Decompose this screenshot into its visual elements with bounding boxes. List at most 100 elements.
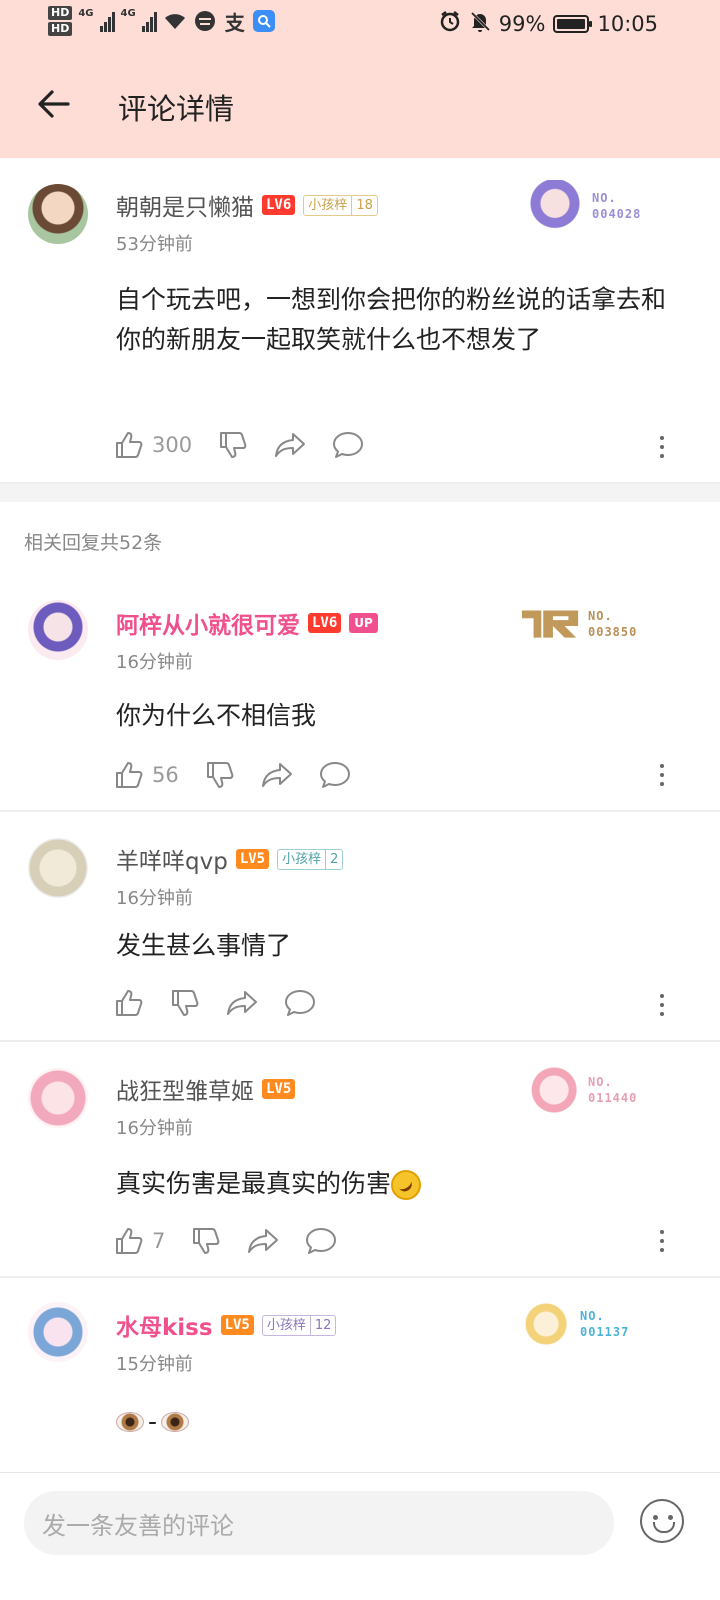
network-type-1: 4G [78, 8, 94, 19]
avatar[interactable] [28, 1068, 88, 1128]
decoration-card-image [512, 1298, 574, 1350]
decoration-card-image [520, 1064, 582, 1116]
dislike-button[interactable] [191, 1226, 221, 1256]
share-icon [261, 763, 292, 787]
thumbs-down-icon [206, 762, 234, 788]
hd-indicators: HD HD [48, 6, 73, 36]
comment-time: 16分钟前 [116, 652, 193, 673]
username-row: 羊咩咩qvp LV5 小孩梓 2 [116, 842, 344, 876]
level-badge: LV6 [308, 613, 342, 633]
comment-input[interactable]: 发一条友善的评论 [24, 1491, 614, 1555]
reply-item: 战狂型雏草姬 LV5 16分钟前 NO. 011440 真实伤害是最真实的伤害 … [0, 1042, 720, 1278]
replies-count: 相关回复共52条 [24, 532, 163, 554]
fan-medal[interactable]: 小孩梓 18 [303, 194, 378, 216]
decoration-no-label: NO. [588, 609, 613, 623]
reply-button[interactable] [332, 430, 364, 460]
username[interactable]: 水母kiss [116, 1308, 213, 1342]
reply-button[interactable] [319, 760, 351, 790]
thumbs-down-icon [172, 990, 199, 1016]
fan-medal[interactable]: 小孩梓 12 [261, 1314, 337, 1336]
alipay-icon: 支 [224, 10, 245, 35]
like-button[interactable] [114, 988, 144, 1018]
decoration-number: 004028 [592, 207, 642, 221]
comment-time: 16分钟前 [116, 888, 193, 909]
comment-text: 发生甚么事情了 [116, 931, 292, 960]
section-gap [0, 484, 720, 502]
more-options-icon[interactable] [650, 1224, 674, 1258]
decoration-number: 011440 [588, 1091, 638, 1105]
like-button[interactable]: 300 [114, 430, 192, 460]
reply-item: 阿梓从小就很可爱 LV6 UP 16分钟前 NO. 003850 你为什么不相信… [0, 576, 720, 810]
thumbs-down-icon [220, 432, 247, 458]
comment-actions: 300 [114, 430, 364, 460]
clock: 10:05 [597, 11, 658, 36]
battery-fill [557, 18, 586, 29]
username[interactable]: 朝朝是只懒猫 [116, 188, 254, 222]
comment-bubble-icon [333, 432, 364, 458]
more-options-icon[interactable] [650, 988, 674, 1022]
decoration-number: 001137 [580, 1325, 630, 1339]
dislike-button[interactable] [170, 988, 200, 1018]
signal-icon-1 [99, 10, 115, 32]
eye-right-icon [161, 1412, 190, 1432]
share-icon [227, 991, 257, 1015]
username[interactable]: 羊咩咩qvp [116, 842, 228, 876]
reply-item: 水母kiss LV5 小孩梓 12 15分钟前 NO. 001137 - [0, 1278, 720, 1472]
reply-button[interactable] [284, 988, 316, 1018]
comment-bubble-icon [285, 990, 315, 1016]
fan-medal-label: 小孩梓 [308, 197, 348, 213]
comment-actions [114, 988, 316, 1018]
share-button[interactable] [274, 430, 306, 460]
comment-time: 16分钟前 [116, 1118, 193, 1139]
username-row: 水母kiss LV5 小孩梓 12 [116, 1308, 337, 1342]
more-options-icon[interactable] [650, 758, 674, 792]
reply-button[interactable] [305, 1226, 337, 1256]
share-icon [248, 1229, 279, 1253]
status-left: HD HD 4G 4G 支 [48, 6, 275, 36]
share-button[interactable] [261, 760, 293, 790]
more-options-icon[interactable] [650, 430, 674, 464]
emoji-face-icon[interactable] [640, 1499, 684, 1543]
main-comment: 朝朝是只懒猫 LV6 小孩梓 18 53分钟前 NO. 004028 自个玩去吧… [0, 158, 720, 484]
battery-icon [553, 14, 593, 33]
fan-medal[interactable]: 小孩梓 2 [277, 848, 344, 870]
decoration-number: 003850 [588, 625, 638, 639]
decoration-card[interactable]: NO. 003850 [520, 598, 637, 650]
comment-text: - [116, 1402, 686, 1444]
avatar[interactable] [28, 838, 88, 898]
decoration-no-label: NO. [588, 1075, 613, 1089]
like-button[interactable]: 56 [114, 760, 179, 790]
dislike-button[interactable] [218, 430, 248, 460]
level-badge: LV5 [220, 1315, 254, 1335]
dislike-button[interactable] [205, 760, 235, 790]
comment-text: 你为什么不相信我 [116, 701, 317, 730]
thumbs-up-icon [116, 1228, 143, 1254]
username-row: 战狂型雏草姬 LV5 [116, 1072, 296, 1106]
decoration-no-label: NO. [580, 1309, 605, 1323]
avatar[interactable] [28, 1302, 88, 1362]
username[interactable]: 阿梓从小就很可爱 [116, 606, 300, 640]
hd-badge-2: HD [48, 22, 73, 36]
like-count: 56 [152, 763, 179, 787]
up-badge: UP [349, 613, 378, 633]
level-badge: LV5 [235, 849, 270, 869]
fan-medal-level: 12 [309, 1315, 336, 1335]
reply-item: 羊咩咩qvp LV5 小孩梓 2 16分钟前 发生甚么事情了 [0, 812, 720, 1040]
decoration-card[interactable]: NO. 011440 [520, 1064, 637, 1116]
decoration-card[interactable]: NO. 001137 [512, 1298, 629, 1350]
decoration-card[interactable]: NO. 004028 [524, 180, 641, 232]
share-button[interactable] [247, 1226, 279, 1256]
avatar[interactable] [28, 184, 88, 244]
comment-actions: 56 [114, 760, 351, 790]
avatar[interactable] [28, 600, 88, 660]
back-button[interactable] [30, 80, 78, 128]
rolling-laugh-emoji-icon [391, 1170, 422, 1200]
username[interactable]: 战狂型雏草姬 [116, 1072, 254, 1106]
thumbs-down-icon [193, 1228, 220, 1254]
like-button[interactable]: 7 [114, 1226, 165, 1256]
eyes-separator: - [148, 1407, 158, 1436]
page-title: 评论详情 [118, 92, 235, 126]
share-button[interactable] [226, 988, 258, 1018]
comment-bubble-icon [319, 762, 350, 788]
comment-text: 真实伤害是最真实的伤害 [116, 1164, 686, 1204]
